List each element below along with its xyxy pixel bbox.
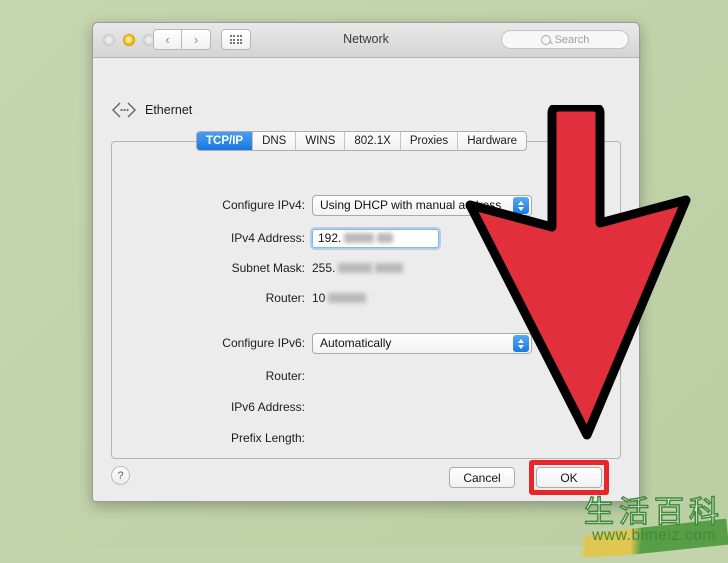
row-configure-ipv4: Configure IPv4: Using DHCP with manual a… (112, 194, 620, 216)
row-subnet-mask: Subnet Mask: 255. (112, 257, 620, 279)
tab-8021x[interactable]: 802.1X (345, 132, 401, 150)
redacted-block (375, 263, 404, 273)
tab-proxies[interactable]: Proxies (401, 132, 459, 150)
search-input[interactable]: Search (501, 30, 629, 49)
service-name: Ethernet (145, 103, 193, 117)
row-ipv6-address: IPv6 Address: (112, 396, 620, 418)
ipv4-address-value: 192. (318, 231, 342, 245)
subnet-mask-value-group: 255. (312, 260, 404, 276)
row-configure-ipv6: Configure IPv6: Automatically (112, 332, 620, 354)
redacted-block (344, 233, 375, 243)
service-header: Ethernet (111, 102, 192, 118)
configure-ipv4-value: Using DHCP with manual address (320, 198, 502, 212)
preferences-sheet: Ethernet TCP/IP DNS WINS 802.1X Proxies … (93, 58, 639, 501)
tab-hardware[interactable]: Hardware (458, 132, 526, 150)
tab-bar: TCP/IP DNS WINS 802.1X Proxies Hardware (196, 131, 528, 151)
watermark-chinese: 生活百科 (583, 494, 724, 530)
configure-ipv4-select[interactable]: Using DHCP with manual address (312, 194, 532, 216)
ipv4-address-input[interactable]: 192. (312, 228, 439, 248)
cancel-button[interactable]: Cancel (449, 467, 515, 488)
row-ipv4-address: IPv4 Address: 192. (112, 227, 620, 249)
row-router-ipv4: Router: 10 (112, 287, 620, 309)
ok-highlight-annotation (529, 460, 609, 495)
subnet-mask-value: 255. (312, 261, 336, 275)
router-value: 10 (312, 291, 326, 305)
subnet-mask-label: Subnet Mask: (231, 261, 305, 275)
ethernet-icon (111, 102, 137, 118)
chevron-updown-icon (513, 197, 529, 214)
tab-tcpip[interactable]: TCP/IP (197, 132, 254, 150)
configure-ipv4-label: Configure IPv4: (222, 198, 305, 212)
router-value-group: 10 (312, 290, 367, 306)
tab-dns[interactable]: DNS (253, 132, 297, 150)
search-icon (540, 34, 551, 45)
network-preferences-window: ‹ › Network Search Ethernet TCP/IP DNS W… (92, 22, 640, 502)
tab-wins[interactable]: WINS (296, 132, 346, 150)
redacted-block (377, 233, 394, 243)
row-router-ipv6: Router: (112, 365, 620, 387)
watermark-url: www.bimeiz.com (592, 526, 716, 544)
ipv6-router-label: Router: (265, 369, 305, 383)
window-titlebar: ‹ › Network Search (93, 23, 639, 58)
tcpip-panel: Configure IPv4: Using DHCP with manual a… (111, 141, 621, 459)
router-label: Router: (265, 291, 305, 305)
ipv4-address-label: IPv4 Address: (230, 231, 305, 245)
configure-ipv6-label: Configure IPv6: (222, 336, 305, 350)
configure-ipv6-select[interactable]: Automatically (312, 332, 532, 354)
row-prefix-length: Prefix Length: (112, 427, 620, 449)
redacted-block (328, 293, 367, 303)
ipv6-address-label: IPv6 Address: (230, 400, 305, 414)
prefix-length-label: Prefix Length: (230, 431, 305, 445)
help-button[interactable]: ? (111, 466, 130, 485)
configure-ipv6-value: Automatically (320, 336, 392, 350)
watermark: 生活百科 www.bimeiz.com (547, 494, 728, 563)
redacted-block (338, 263, 373, 273)
search-placeholder: Search (554, 33, 590, 46)
chevron-updown-icon (513, 335, 529, 352)
